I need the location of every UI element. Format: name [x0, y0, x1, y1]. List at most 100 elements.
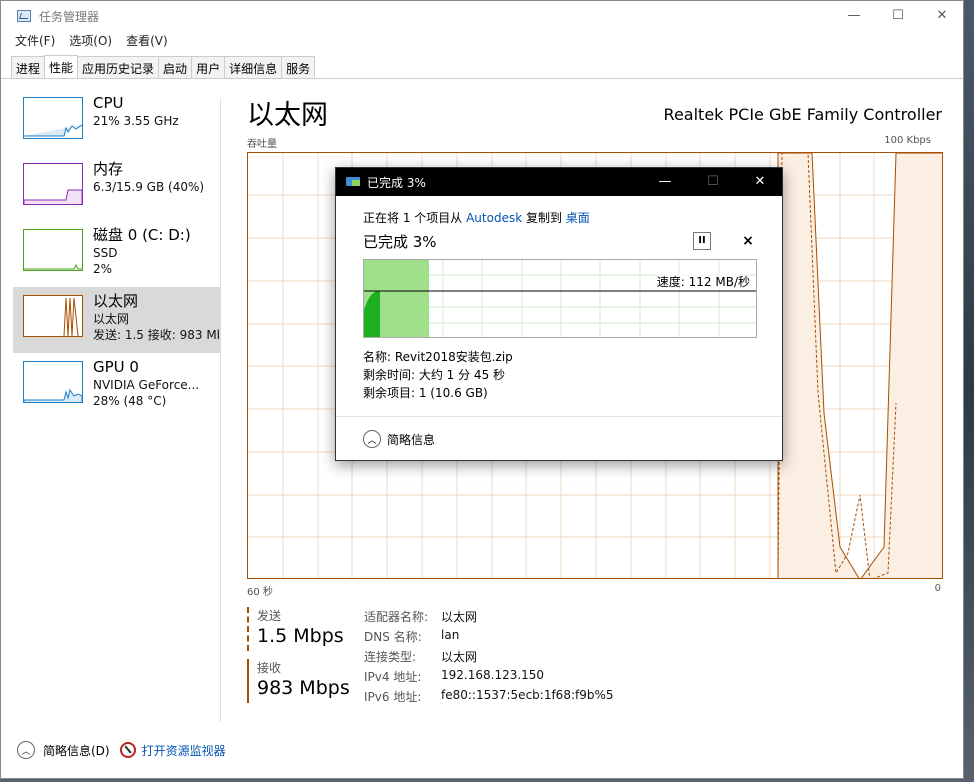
info-row: DNS 名称: lan — [364, 628, 614, 648]
tab-startup[interactable]: 启动 — [158, 56, 193, 78]
sidebar-item-detail: 6.3/15.9 GB (40%) — [93, 180, 205, 194]
sidebar-item-detail: 2% — [93, 262, 113, 276]
info-row: IPv6 地址: fe80::1537:5ecb:1f68:f9b%5 — [364, 688, 614, 708]
cancel-button[interactable]: × — [739, 232, 757, 250]
file-name: 名称: Revit2018安装包.zip — [363, 350, 513, 364]
info-value: 192.168.123.150 — [441, 668, 545, 682]
copy-desc-prefix: 正在将 1 个项目从 — [363, 211, 467, 225]
sidebar-item-ethernet[interactable]: 以太网 以太网 发送: 1.5 接收: 983 Mbps — [13, 287, 221, 353]
max-scale-label: 100 Kbps — [884, 135, 931, 146]
tab-processes[interactable]: 进程 — [11, 56, 46, 78]
task-manager-icon — [17, 10, 31, 22]
info-key: DNS 名称: — [364, 630, 422, 644]
info-row: 连接类型: 以太网 — [364, 648, 614, 668]
destination-folder-link[interactable]: 桌面 — [566, 211, 590, 225]
open-resource-monitor-link[interactable]: 打开资源监视器 — [142, 742, 226, 759]
sidebar-item-label: GPU 0 — [93, 358, 139, 376]
menu-bar: 文件(F) 选项(O) 查看(V) — [1, 32, 168, 52]
sidebar-item-detail: 发送: 1.5 接收: 983 Mbps — [93, 328, 219, 342]
send-value: 1.5 Mbps — [257, 625, 344, 647]
adapter-name: Realtek PCIe GbE Family Controller — [663, 105, 942, 124]
tab-performance[interactable]: 性能 — [44, 55, 79, 78]
file-copy-icon — [346, 177, 360, 186]
receive-label: 接收 — [257, 661, 282, 675]
sidebar-divider — [220, 99, 221, 722]
menu-view[interactable]: 查看(V) — [126, 32, 168, 49]
tab-divider — [1, 78, 963, 79]
info-row: 适配器名称: 以太网 — [364, 608, 614, 628]
tab-details[interactable]: 详细信息 — [224, 56, 283, 78]
sidebar-item-detail: SSD — [93, 246, 118, 260]
dialog-fewer-details-label: 简略信息 — [387, 432, 436, 447]
copy-desc-mid: 复制到 — [522, 211, 566, 225]
performance-sidebar: CPU 21% 3.55 GHz 内存 6.3/15.9 GB (40%) 磁盘… — [13, 89, 221, 419]
receive-stat: 接收 983 Mbps — [247, 659, 350, 703]
bottom-bar: ︿ 简略信息(D) 打开资源监视器 — [17, 741, 226, 759]
sidebar-item-label: 磁盘 0 (C: D:) — [93, 226, 191, 244]
dialog-close-button[interactable]: ✕ — [737, 168, 783, 196]
page-title: 以太网 — [247, 100, 328, 131]
ethernet-thumbnail-graph — [23, 295, 83, 337]
sidebar-item-memory[interactable]: 内存 6.3/15.9 GB (40%) — [13, 155, 221, 221]
time-start-label: 60 秒 — [247, 587, 273, 598]
chevron-up-icon[interactable]: ︿ — [17, 741, 35, 759]
send-label: 发送 — [257, 609, 282, 623]
dialog-title: 已完成 3% — [367, 176, 426, 190]
info-key: 适配器名称: — [364, 610, 429, 624]
memory-thumbnail-graph — [23, 163, 83, 205]
percent-complete: 已完成 3% — [363, 233, 437, 251]
tab-bar: 进程 性能 应用历史记录 启动 用户 详细信息 服务 — [11, 55, 316, 78]
sidebar-item-detail: 28% (48 °C) — [93, 394, 167, 408]
sidebar-item-label: CPU — [93, 94, 124, 112]
copy-details: 名称: Revit2018安装包.zip 剩余时间: 大约 1 分 45 秒 剩… — [363, 348, 513, 402]
tab-services[interactable]: 服务 — [281, 56, 316, 78]
send-stat: 发送 1.5 Mbps — [247, 607, 344, 651]
time-end-label: 0 — [934, 583, 941, 594]
tab-users[interactable]: 用户 — [191, 56, 226, 78]
sidebar-item-detail: 以太网 — [93, 312, 130, 326]
pause-button[interactable]: II — [693, 232, 711, 250]
dialog-divider — [336, 416, 782, 417]
info-key: IPv4 地址: — [364, 670, 422, 684]
fewer-details-button[interactable]: 简略信息(D) — [43, 742, 110, 759]
speed-graph-svg — [364, 260, 756, 337]
throughput-label: 吞吐量 — [247, 139, 277, 150]
chevron-up-icon[interactable]: ︿ — [363, 430, 381, 448]
maximize-button[interactable]: ☐ — [875, 1, 921, 31]
info-value: 以太网 — [441, 610, 478, 624]
info-key: IPv6 地址: — [364, 690, 422, 704]
adapter-info: 适配器名称: 以太网 DNS 名称: lan 连接类型: 以太网 IPv4 地址: 19… — [364, 608, 614, 708]
sidebar-item-cpu[interactable]: CPU 21% 3.55 GHz — [13, 89, 221, 155]
dialog-maximize-button: ☐ — [707, 174, 719, 189]
title-bar: 任务管理器 — ☐ ✕ — [1, 1, 963, 31]
dialog-minimize-button[interactable]: — — [642, 168, 688, 196]
menu-file[interactable]: 文件(F) — [15, 32, 55, 49]
copy-progress-dialog: 已完成 3% — ☐ ✕ 正在将 1 个项目从 Autodesk 复制到 桌面 … — [335, 167, 783, 461]
info-key: 连接类型: — [364, 650, 417, 664]
info-value: fe80::1537:5ecb:1f68:f9b%5 — [441, 688, 614, 702]
transfer-speed: 速度: 112 MB/秒 — [656, 273, 750, 290]
dialog-title-bar: 已完成 3% — ☐ ✕ — [336, 168, 782, 196]
menu-options[interactable]: 选项(O) — [69, 32, 112, 49]
dialog-fewer-details[interactable]: ︿ 简略信息 — [363, 430, 435, 448]
source-folder-link[interactable]: Autodesk — [466, 211, 522, 225]
sidebar-item-disk[interactable]: 磁盘 0 (C: D:) SSD 2% — [13, 221, 221, 287]
resource-monitor-icon — [119, 742, 136, 758]
sidebar-item-detail: NVIDIA GeForce... — [93, 378, 200, 392]
minimize-button[interactable]: — — [831, 1, 877, 31]
info-value: 以太网 — [441, 650, 478, 664]
transfer-speed-graph: 速度: 112 MB/秒 — [363, 259, 757, 338]
sidebar-item-label: 内存 — [93, 160, 124, 178]
info-row: IPv4 地址: 192.168.123.150 — [364, 668, 614, 688]
close-button[interactable]: ✕ — [919, 1, 965, 31]
disk-thumbnail-graph — [23, 229, 83, 271]
info-value: lan — [441, 628, 460, 642]
receive-value: 983 Mbps — [257, 677, 350, 699]
copy-description: 正在将 1 个项目从 Autodesk 复制到 桌面 — [363, 209, 590, 226]
tab-app-history[interactable]: 应用历史记录 — [77, 56, 160, 78]
time-remaining: 剩余时间: 大约 1 分 45 秒 — [363, 368, 506, 382]
gpu-thumbnail-graph — [23, 361, 83, 403]
sidebar-item-gpu[interactable]: GPU 0 NVIDIA GeForce... 28% (48 °C) — [13, 353, 221, 419]
items-remaining: 剩余项目: 1 (10.6 GB) — [363, 386, 488, 400]
sidebar-item-label: 以太网 — [93, 292, 139, 310]
